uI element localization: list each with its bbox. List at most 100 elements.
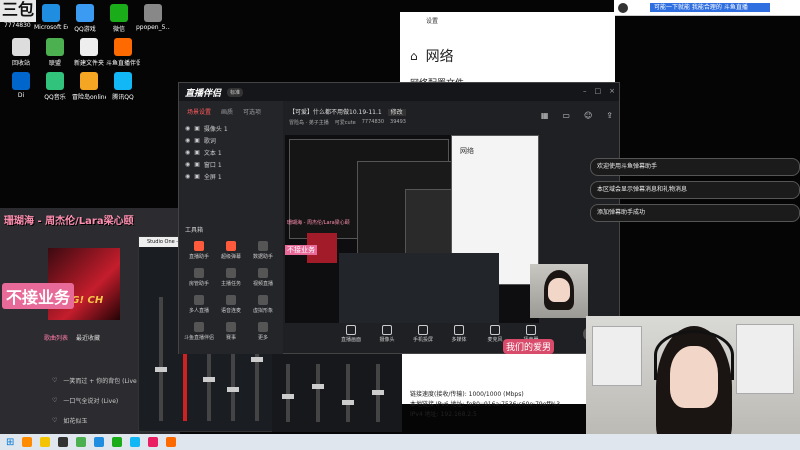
scene-item[interactable]: ◉ ▣ 歌词 (185, 134, 283, 146)
tool-button[interactable]: 虚拟形象 (247, 295, 279, 314)
lock-icon[interactable]: ▣ (194, 137, 200, 144)
list-item[interactable]: ♡ 一笑而过 + 你的背包 (Live (52, 370, 137, 390)
taskbar-app-icon[interactable] (130, 437, 141, 447)
tool-button[interactable]: 语音连麦 (215, 295, 247, 314)
desktop-icon[interactable]: 新建文件夹 (72, 38, 106, 67)
screen-icon[interactable]: ▭ (562, 111, 570, 120)
desktop-icon[interactable]: 斗鱼直播伴侣 (106, 38, 140, 67)
tab-options[interactable]: 可选项 (243, 107, 261, 116)
tool-button[interactable]: 超级弹幕 (215, 241, 247, 260)
taskbar-app-icon[interactable] (148, 437, 159, 447)
taskbar-app-icon[interactable] (22, 437, 33, 447)
fader[interactable] (155, 297, 167, 421)
desktop-icon[interactable]: Di (4, 72, 38, 99)
tool-button[interactable]: 视频直播 (247, 268, 279, 287)
scene-item[interactable]: ◉ ▣ 全屏 1 (185, 170, 283, 182)
live-room-link[interactable]: 可能一下就能 我能合理的 斗鱼直播 (650, 3, 770, 12)
source-button[interactable]: 直播画面 (339, 325, 363, 343)
scene-item[interactable]: ◉ ▣ 摄像头 1 (185, 122, 283, 134)
fader[interactable] (282, 364, 294, 422)
stream-title[interactable]: 【可爱】什么都不用做10.19-11.1 (289, 109, 382, 116)
source-button[interactable]: 多媒体 (447, 325, 471, 343)
lock-icon[interactable]: ▣ (194, 161, 200, 168)
desktop-icon[interactable]: QQ游戏 (68, 4, 102, 33)
tool-button[interactable]: 斗鱼直播伴侣 (183, 322, 215, 341)
taskbar-app-icon[interactable] (76, 437, 87, 447)
tool-button[interactable]: 赛事 (215, 322, 247, 341)
tab-quality[interactable]: 画质 (221, 107, 233, 116)
stream-info-row: 冒险岛 · 弟子主播 可爱cute 7774830 39493 (289, 119, 406, 126)
toolbox-title: 工具箱 (185, 227, 204, 234)
desktop-icon[interactable]: 冒险岛online (72, 72, 106, 101)
source-button[interactable]: 摄像头 (375, 325, 399, 343)
tool-button[interactable]: 直播助手 (183, 241, 215, 260)
tab-song-list[interactable]: 歌曲列表 (44, 333, 68, 342)
app-icon (46, 72, 64, 90)
taskbar-app-icon[interactable] (58, 437, 69, 447)
heart-icon[interactable]: ♡ (52, 377, 57, 384)
scene-item[interactable]: ◉ ▣ 文本 1 (185, 146, 283, 158)
app-badge[interactable]: 标准 (227, 87, 244, 97)
scene-label: 文本 1 (203, 149, 222, 157)
fader[interactable] (312, 364, 324, 422)
eye-icon[interactable]: ◉ (185, 173, 190, 180)
webcam-feed (586, 316, 800, 450)
desktop-icon-label: Microsoft Edge (34, 24, 68, 31)
desktop-icon[interactable]: Microsoft Edge (34, 4, 68, 31)
source-label: 手机投屏 (412, 337, 433, 343)
heart-icon[interactable]: ♡ (52, 397, 57, 404)
maximize-icon[interactable]: □ (595, 87, 602, 95)
desktop-icon[interactable]: QQ音乐 (38, 72, 72, 101)
taskbar-app-icon[interactable] (112, 437, 123, 447)
tool-button[interactable]: 多人直播 (183, 295, 215, 314)
fader[interactable] (342, 364, 354, 422)
avatar[interactable] (618, 3, 628, 13)
desktop-icon[interactable]: ppopen_5... (136, 4, 170, 31)
eye-icon[interactable]: ◉ (185, 137, 190, 144)
lock-icon[interactable]: ▣ (194, 173, 200, 180)
tool-label: 语音连麦 (220, 308, 241, 314)
taskbar-app-icon[interactable] (40, 437, 51, 447)
layout-icon[interactable]: ▦ (541, 111, 549, 120)
eye-icon[interactable]: ◉ (185, 161, 190, 168)
tab-scene-settings[interactable]: 场景设置 (187, 107, 211, 116)
taskbar-app-icon[interactable] (166, 437, 177, 447)
tab-recent-favorites[interactable]: 最近收藏 (76, 333, 100, 342)
edit-title-button[interactable]: 修改 (387, 109, 406, 116)
minimize-icon[interactable]: – (583, 87, 587, 95)
tool-label: 多人直播 (188, 308, 209, 314)
eye-icon[interactable]: ◉ (185, 125, 190, 132)
user-icon[interactable]: ☺ (584, 111, 592, 120)
app-icon (110, 4, 128, 22)
scene-item[interactable]: ◉ ▣ 窗口 1 (185, 158, 283, 170)
tool-label: 超级弹幕 (220, 254, 241, 260)
source-button[interactable]: 手机投屏 (411, 325, 435, 343)
heart-icon[interactable]: ♡ (52, 417, 57, 424)
eye-icon[interactable]: ◉ (185, 149, 190, 156)
share-icon[interactable]: ⇪ (606, 111, 613, 120)
app-titlebar: 直播伴侣 标准 (179, 83, 619, 101)
windows-start-icon[interactable]: ⊞ (6, 437, 14, 448)
desktop-icon[interactable]: 腾讯QQ (106, 72, 140, 101)
category-label[interactable]: 冒险岛 · 弟子主播 (289, 119, 329, 126)
tool-button[interactable]: 数据助手 (247, 241, 279, 260)
source-label: 直播画面 (340, 337, 361, 343)
desktop-icon-label: 联盟 (48, 60, 61, 67)
desktop-icon[interactable]: 联盟 (38, 38, 72, 67)
desktop-icon[interactable]: 微信 (102, 4, 136, 33)
tool-button[interactable]: 主播任务 (215, 268, 247, 287)
desktop-icon[interactable]: 回收站 (4, 38, 38, 67)
no-business-sticker: 不接业务 (2, 283, 75, 309)
fader[interactable] (372, 364, 384, 422)
tool-button[interactable]: 房管助手 (183, 268, 215, 287)
home-icon[interactable]: ⌂ (410, 49, 418, 63)
mixer-strip (272, 354, 402, 432)
close-icon[interactable]: × (609, 87, 615, 95)
lock-icon[interactable]: ▣ (194, 149, 200, 156)
settings-title: 设置 (426, 18, 439, 25)
tool-button[interactable]: 更多 (247, 322, 279, 341)
lock-icon[interactable]: ▣ (194, 125, 200, 132)
list-item[interactable]: ♡ 如花似玉 (52, 410, 137, 430)
taskbar-app-icon[interactable] (94, 437, 105, 447)
list-item[interactable]: ♡ 一口气全说对 (Live) (52, 390, 137, 410)
